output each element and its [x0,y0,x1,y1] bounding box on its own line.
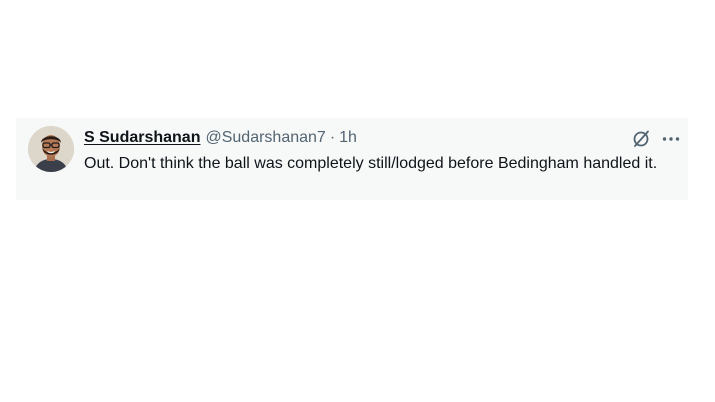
tweet-text: Out. Don't think the ball was completely… [84,155,658,172]
avatar-image [28,126,74,172]
tweet-card[interactable]: S Sudarshanan @Sudarshanan7 · 1h Out. Do… [16,118,688,200]
timestamp[interactable]: 1h [339,129,357,147]
avatar[interactable] [28,126,74,172]
grok-icon[interactable] [630,128,652,150]
user-handle[interactable]: @Sudarshanan7 [205,129,325,147]
page: S Sudarshanan @Sudarshanan7 · 1h Out. Do… [0,0,715,402]
tweet-header: S Sudarshanan @Sudarshanan7 · 1h [84,127,357,149]
more-options-icon[interactable] [660,128,682,150]
display-name[interactable]: S Sudarshanan [84,129,200,147]
separator-dot: · [329,129,336,146]
